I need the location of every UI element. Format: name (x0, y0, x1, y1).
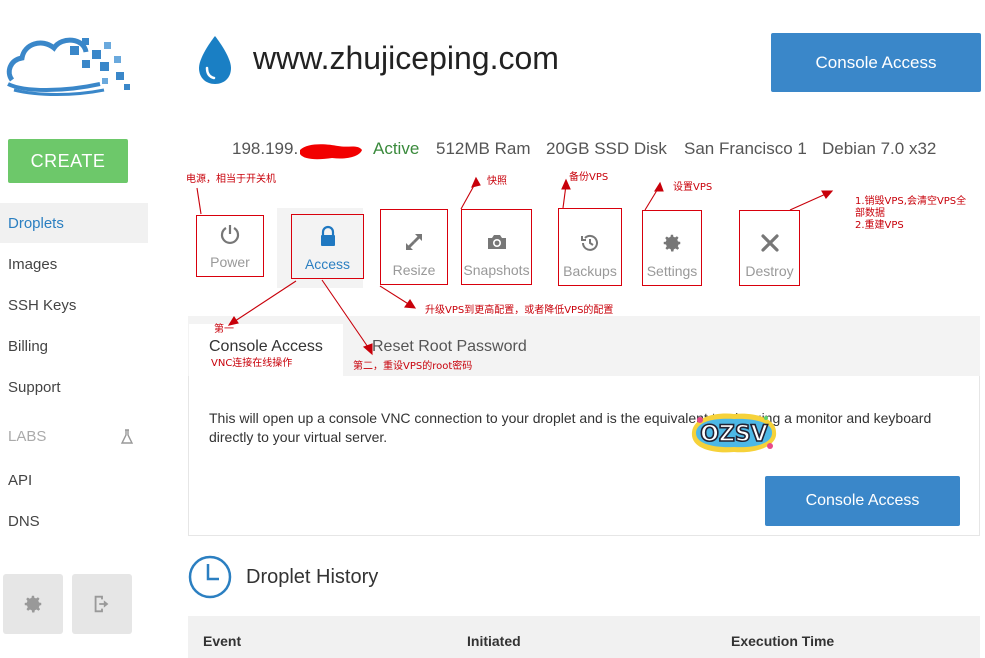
tab-label: Resize (392, 262, 436, 278)
tab-power[interactable]: Power (196, 215, 264, 277)
annotation-vnc: VNC连接在线操作 (211, 358, 293, 369)
subtab-reset-root-password[interactable]: Reset Root Password (372, 338, 527, 356)
settings-button[interactable] (3, 574, 63, 634)
annotation-first: 第一 (214, 324, 234, 335)
watermark-text: OZSV (700, 422, 768, 447)
annotation-destroy-line1: 1.销毁VPS,会清空VPS全 (855, 196, 967, 207)
resize-icon (406, 234, 422, 250)
tab-resize[interactable]: Resize (380, 209, 448, 285)
tab-label: Settings (646, 263, 698, 279)
logout-icon (94, 595, 109, 613)
sidebar-item-droplets[interactable]: Droplets (0, 203, 148, 243)
gear-icon (663, 234, 681, 252)
history-col-execution-time: Execution Time (731, 633, 835, 649)
history-col-initiated: Initiated (467, 633, 521, 649)
sidebar-item-dns[interactable]: DNS (0, 501, 148, 541)
power-icon (220, 225, 240, 245)
sidebar-item-api[interactable]: API (0, 460, 148, 500)
tab-label: Backups (563, 263, 617, 279)
sidebar-item-images[interactable]: Images (0, 244, 148, 284)
access-description: This will open up a console VNC connecti… (209, 410, 932, 445)
tab-label: Access (304, 256, 351, 272)
tab-destroy[interactable]: Destroy (739, 210, 800, 286)
annotation-backup: 备份VPS (569, 172, 609, 183)
console-access-button[interactable]: Console Access (765, 476, 960, 526)
history-icon (581, 234, 598, 251)
cloud-logo-icon[interactable] (4, 28, 134, 98)
tab-access[interactable]: Access (291, 214, 364, 279)
tab-label: Snapshots (463, 262, 530, 278)
annotation-destroy-line3: 2.重建VPS (855, 220, 904, 231)
droplet-icon (199, 36, 231, 84)
logout-button[interactable] (72, 574, 132, 634)
annotation-power: 电源，相当于开关机 (186, 174, 276, 185)
annotation-settings: 设置VPS (673, 182, 713, 193)
sidebar-item-ssh-keys[interactable]: SSH Keys (0, 285, 148, 325)
camera-icon (487, 235, 506, 249)
lock-icon (320, 225, 335, 246)
console-access-header-button[interactable]: Console Access (771, 33, 981, 92)
history-title: Droplet History (246, 566, 379, 588)
region-info: San Francisco 1 (684, 139, 807, 158)
ozsv-watermark-badge: OZSV (691, 413, 777, 453)
history-table-header (188, 616, 980, 658)
ip-address: 198.199. (232, 139, 299, 158)
disk-info: 20GB SSD Disk (546, 139, 667, 158)
annotation-destroy-line2: 部数据 (855, 208, 885, 219)
tab-settings[interactable]: Settings (642, 210, 702, 286)
ram-info: 512MB Ram (436, 139, 531, 158)
history-col-event: Event (203, 633, 242, 649)
status-badge: Active (373, 139, 420, 158)
clock-icon (188, 555, 232, 599)
tab-snapshots[interactable]: Snapshots (461, 209, 532, 285)
close-icon (760, 234, 779, 252)
droplet-title: www.zhujiceping.com (253, 40, 559, 76)
os-info: Debian 7.0 x32 (822, 139, 937, 158)
flask-icon (120, 429, 134, 444)
sidebar-item-billing[interactable]: Billing (0, 326, 148, 366)
redaction-mark (300, 144, 362, 160)
subtab-console-access-label[interactable]: Console Access (209, 338, 323, 356)
annotation-snapshot: 快照 (487, 176, 507, 187)
tab-label: Power (210, 254, 250, 270)
tab-label: Destroy (745, 263, 794, 279)
tab-backups[interactable]: Backups (558, 208, 622, 286)
gear-icon (24, 595, 42, 613)
annotation-resize: 升级VPS到更高配置，或者降低VPS的配置 (425, 305, 614, 316)
create-button[interactable]: CREATE (8, 139, 128, 183)
sidebar-item-support[interactable]: Support (0, 367, 148, 407)
annotation-second: 第二，重设VPS的root密码 (353, 361, 473, 372)
